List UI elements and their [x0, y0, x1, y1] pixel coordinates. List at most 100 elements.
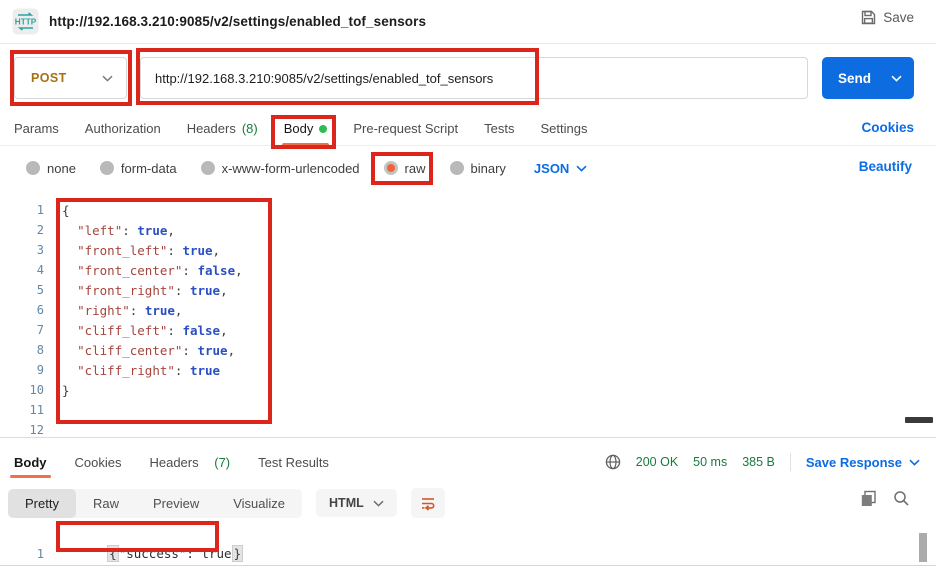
- response-tab-body[interactable]: Body: [14, 444, 47, 480]
- view-segmented-control: Pretty Raw Preview Visualize: [8, 489, 302, 518]
- api-client-window: HTTP http://192.168.3.210:9085/v2/settin…: [0, 0, 936, 570]
- bracket-highlight: {: [107, 545, 119, 562]
- send-options-chevron-icon[interactable]: [891, 75, 902, 82]
- beautify-link[interactable]: Beautify: [859, 159, 912, 174]
- response-headers-count-badge: (7): [214, 455, 230, 470]
- code-text: {: [62, 203, 70, 218]
- code-text: "front_center": false,: [62, 263, 243, 278]
- body-mode-row: none form-data x-www-form-urlencoded raw…: [0, 151, 936, 185]
- body-mode-form-data[interactable]: form-data: [100, 161, 177, 176]
- line-number: 6: [0, 303, 44, 317]
- tab-params[interactable]: Params: [14, 112, 59, 146]
- token-key: "cliff_right": [77, 363, 175, 378]
- body-mode-raw[interactable]: raw: [384, 161, 426, 176]
- code-line: 4 "front_center": false,: [0, 260, 936, 280]
- radio-icon: [100, 161, 114, 175]
- http-request-icon: HTTP: [12, 8, 39, 35]
- editor-horizontal-scrollbar[interactable]: [905, 417, 933, 423]
- token-comma: ,: [167, 223, 175, 238]
- save-response-button[interactable]: Save Response: [806, 455, 920, 470]
- tab-tests[interactable]: Tests: [484, 112, 514, 146]
- tab-authorization[interactable]: Authorization: [85, 112, 161, 146]
- request-title: http://192.168.3.210:9085/v2/settings/en…: [49, 14, 426, 29]
- url-input[interactable]: [140, 57, 808, 99]
- annotation-box-method: [10, 50, 132, 106]
- globe-icon: [605, 454, 621, 470]
- size-badge[interactable]: 385 B: [742, 455, 775, 469]
- bracket-highlight: }: [232, 545, 244, 562]
- response-format-select[interactable]: HTML: [316, 489, 397, 517]
- cookies-link[interactable]: Cookies: [861, 120, 914, 135]
- request-tabs: Params Authorization Headers (8) Body Pr…: [0, 112, 936, 146]
- raw-language-select[interactable]: JSON: [534, 161, 587, 176]
- response-vertical-scrollbar[interactable]: [919, 533, 927, 562]
- token-colon: :: [182, 343, 197, 358]
- token-boolean: true: [190, 283, 220, 298]
- code-line: 6 "right": true,: [0, 300, 936, 320]
- radio-icon: [450, 161, 464, 175]
- token-comma: ,: [220, 283, 228, 298]
- time-badge[interactable]: 50 ms: [693, 455, 727, 469]
- token-punct: {: [62, 203, 70, 218]
- code-lines: 1{2 "left": true,3 "front_left": true,4 …: [0, 200, 936, 440]
- response-tab-headers[interactable]: Headers (7): [149, 444, 230, 480]
- body-mode-none[interactable]: none: [26, 161, 76, 176]
- request-body-editor[interactable]: 1{2 "left": true,3 "front_left": true,4 …: [0, 192, 936, 437]
- token-indent: [62, 303, 77, 318]
- tab-body[interactable]: Body: [284, 112, 328, 146]
- token-boolean: false: [182, 323, 220, 338]
- body-mode-binary[interactable]: binary: [450, 161, 506, 176]
- method-select[interactable]: POST: [14, 57, 127, 99]
- code-text: "front_right": true,: [62, 283, 228, 298]
- response-action-icons: [860, 490, 910, 507]
- response-meta: 200 OK 50 ms 385 B Save Response: [605, 444, 920, 480]
- view-visualize[interactable]: Visualize: [216, 489, 302, 518]
- code-line: 10}: [0, 380, 936, 400]
- line-number: 1: [0, 547, 44, 561]
- view-pretty[interactable]: Pretty: [8, 489, 76, 518]
- token-key: "left": [77, 223, 122, 238]
- token-colon: :: [167, 243, 182, 258]
- radio-icon: [26, 161, 40, 175]
- search-response-button[interactable]: [893, 490, 910, 507]
- body-mode-urlencoded[interactable]: x-www-form-urlencoded: [201, 161, 360, 176]
- send-label: Send: [838, 71, 871, 86]
- token-boolean: false: [197, 263, 235, 278]
- token-indent: [62, 243, 77, 258]
- divider: [790, 453, 791, 471]
- view-preview[interactable]: Preview: [136, 489, 216, 518]
- line-number: 12: [0, 423, 44, 437]
- line-number: 5: [0, 283, 44, 297]
- request-header-bar: HTTP http://192.168.3.210:9085/v2/settin…: [0, 0, 936, 44]
- token-key: "cliff_left": [77, 323, 167, 338]
- line-number: 7: [0, 323, 44, 337]
- tab-headers[interactable]: Headers (8): [187, 112, 258, 146]
- active-tab-underline: [10, 475, 51, 478]
- code-text: "cliff_right": true: [62, 363, 220, 378]
- token-colon: :: [122, 223, 137, 238]
- status-badge[interactable]: 200 OK: [636, 455, 678, 469]
- line-number: 2: [0, 223, 44, 237]
- token-boolean: true: [190, 363, 220, 378]
- response-tab-cookies[interactable]: Cookies: [75, 444, 122, 480]
- send-button[interactable]: Send: [822, 57, 914, 99]
- code-text: "front_left": true,: [62, 243, 220, 258]
- response-tab-test-results[interactable]: Test Results: [258, 444, 329, 480]
- save-button[interactable]: Save: [861, 10, 914, 25]
- wrap-line-button[interactable]: [411, 488, 445, 518]
- tab-settings[interactable]: Settings: [540, 112, 587, 146]
- floppy-disk-icon: [861, 10, 876, 25]
- code-line: 9 "cliff_right": true: [0, 360, 936, 380]
- save-label: Save: [883, 10, 914, 25]
- line-number: 8: [0, 343, 44, 357]
- line-number: 10: [0, 383, 44, 397]
- chevron-down-icon: [373, 500, 384, 507]
- copy-response-button[interactable]: [860, 490, 877, 507]
- svg-text:HTTP: HTTP: [15, 18, 37, 27]
- token-key: "cliff_center": [77, 343, 182, 358]
- tab-prerequest-script[interactable]: Pre-request Script: [353, 112, 458, 146]
- radio-icon: [201, 161, 215, 175]
- response-view-toolbar: Pretty Raw Preview Visualize HTML: [8, 487, 928, 519]
- token-indent: [62, 323, 77, 338]
- view-raw[interactable]: Raw: [76, 489, 136, 518]
